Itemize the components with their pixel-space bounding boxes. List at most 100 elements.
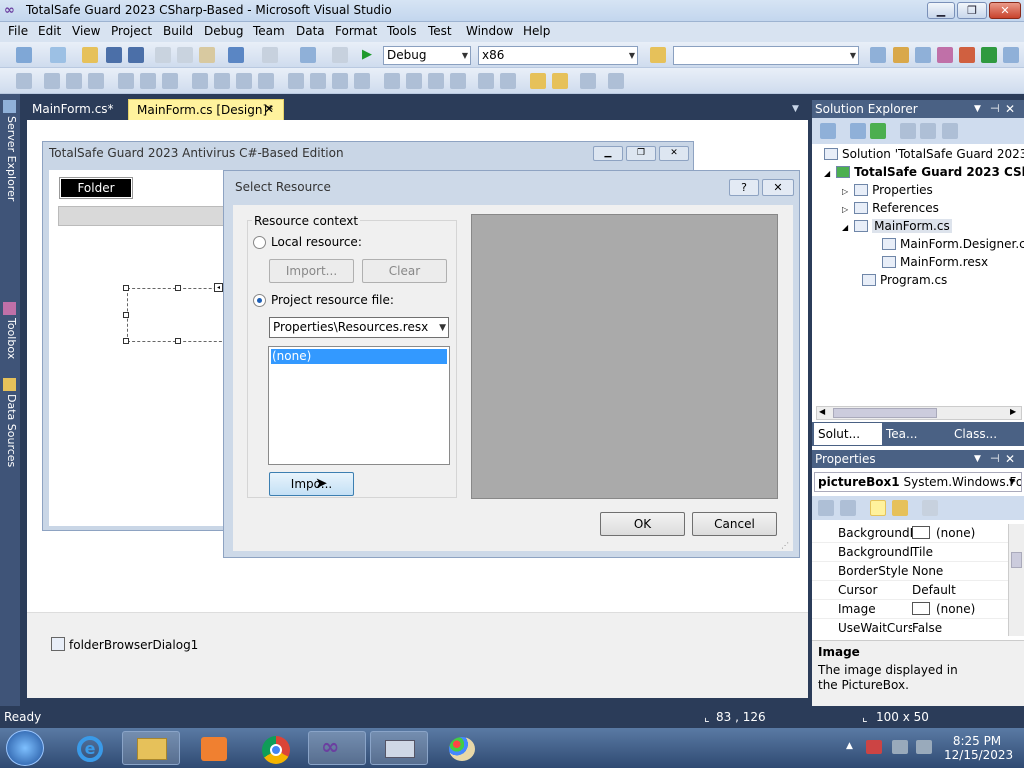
menu-help[interactable]: Help bbox=[523, 24, 550, 38]
dialog-close-button[interactable]: ✕ bbox=[762, 179, 794, 196]
increase-horizontal-spacing-icon[interactable] bbox=[310, 73, 326, 89]
project-resource-radio[interactable] bbox=[253, 294, 266, 307]
tree-references[interactable]: ▷ References bbox=[842, 201, 939, 215]
resize-handle[interactable] bbox=[123, 338, 129, 344]
media-player-icon[interactable] bbox=[184, 731, 242, 765]
resize-handle[interactable] bbox=[175, 338, 181, 344]
tree-solution[interactable]: Solution 'TotalSafe Guard 2023 C bbox=[824, 147, 1024, 161]
tree-mainform-resx[interactable]: MainForm.resx bbox=[882, 255, 988, 269]
solution-configuration-select[interactable]: Debug ▼ bbox=[383, 46, 471, 65]
save-all-icon[interactable] bbox=[128, 47, 144, 63]
menu-view[interactable]: View bbox=[72, 24, 100, 38]
prop-row-use-wait-cursor[interactable]: UseWaitCurscFalse bbox=[812, 619, 1008, 636]
resource-list-item-none[interactable]: (none) bbox=[271, 349, 447, 364]
menu-build[interactable]: Build bbox=[163, 24, 193, 38]
cancel-button[interactable]: Cancel bbox=[692, 512, 777, 536]
paste-icon[interactable] bbox=[199, 47, 215, 63]
properties-window-icon[interactable] bbox=[893, 47, 909, 63]
align-centers-icon[interactable] bbox=[66, 73, 82, 89]
vertical-scrollbar[interactable] bbox=[1008, 524, 1024, 636]
add-item-icon[interactable] bbox=[50, 47, 66, 63]
smart-tag-icon[interactable]: ◂ bbox=[214, 283, 223, 292]
tree-mainform-designer[interactable]: MainForm.Designer.cs bbox=[882, 237, 1024, 251]
prop-row-border-style[interactable]: BorderStyle None bbox=[812, 562, 1008, 581]
solution-explorer-icon[interactable] bbox=[870, 47, 886, 63]
ok-button[interactable]: OK bbox=[600, 512, 685, 536]
menu-debug[interactable]: Debug bbox=[204, 24, 243, 38]
pin-icon[interactable]: ⊣ bbox=[990, 450, 1000, 468]
action-center-icon[interactable] bbox=[866, 740, 882, 754]
close-tab-icon[interactable]: ✕ bbox=[264, 102, 274, 116]
more-toolbar-icon[interactable] bbox=[1003, 47, 1019, 63]
open-folder-icon[interactable] bbox=[82, 47, 98, 63]
start-button[interactable] bbox=[6, 730, 44, 766]
extension-manager-icon[interactable] bbox=[959, 47, 975, 63]
scroll-left-icon[interactable]: ◀ bbox=[819, 407, 825, 416]
system-clock[interactable]: 8:25 PM 12/15/2023 bbox=[944, 734, 1013, 762]
decrease-vertical-spacing-icon[interactable] bbox=[428, 73, 444, 89]
scrollbar-thumb[interactable] bbox=[833, 408, 937, 418]
align-rights-icon[interactable] bbox=[88, 73, 104, 89]
menu-edit[interactable]: Edit bbox=[38, 24, 61, 38]
align-tops-icon[interactable] bbox=[118, 73, 134, 89]
view-designer-icon[interactable] bbox=[920, 123, 936, 139]
remove-horizontal-spacing-icon[interactable] bbox=[354, 73, 370, 89]
navigate-forward-icon[interactable] bbox=[332, 47, 348, 63]
view-code-icon[interactable] bbox=[900, 123, 916, 139]
volume-icon[interactable] bbox=[916, 740, 932, 754]
help-button[interactable]: ? bbox=[729, 179, 759, 196]
start-debugging-icon[interactable]: ▶ bbox=[362, 47, 378, 63]
file-explorer-icon[interactable] bbox=[122, 731, 180, 765]
align-to-grid-icon[interactable] bbox=[16, 73, 32, 89]
tab-order-icon[interactable] bbox=[580, 73, 596, 89]
data-sources-tab[interactable]: Data Sources bbox=[2, 394, 18, 467]
new-project-icon[interactable] bbox=[16, 47, 32, 63]
resource-list[interactable]: (none) bbox=[268, 346, 450, 465]
pane-close-icon[interactable]: ✕ bbox=[1005, 100, 1015, 118]
tab-class-view[interactable]: Class... bbox=[954, 423, 997, 445]
menu-window[interactable]: Window bbox=[466, 24, 513, 38]
close-button[interactable]: ✕ bbox=[989, 2, 1021, 19]
align-middles-icon[interactable] bbox=[140, 73, 156, 89]
make-same-size-icon[interactable] bbox=[258, 73, 274, 89]
view-class-diagram-icon[interactable] bbox=[942, 123, 958, 139]
scrollbar-thumb[interactable] bbox=[1011, 552, 1022, 568]
resize-handle[interactable] bbox=[123, 285, 129, 291]
solution-platform-select[interactable]: x86 ▼ bbox=[478, 46, 638, 65]
align-lefts-icon[interactable] bbox=[44, 73, 60, 89]
redo-icon[interactable] bbox=[262, 47, 278, 63]
bring-to-front-icon[interactable] bbox=[530, 73, 546, 89]
prop-row-background-image[interactable]: BackgroundIr (none) bbox=[812, 524, 1008, 543]
horizontal-spacing-icon[interactable] bbox=[288, 73, 304, 89]
toolbox-tab[interactable]: Toolbox bbox=[2, 318, 18, 359]
make-same-width-icon[interactable] bbox=[192, 73, 208, 89]
tree-mainform[interactable]: ◢ MainForm.cs bbox=[842, 219, 952, 233]
menu-format[interactable]: Format bbox=[335, 24, 377, 38]
properties-view-icon[interactable] bbox=[870, 500, 886, 516]
visual-studio-task-icon[interactable]: ∞ bbox=[308, 731, 366, 765]
picturebox-selected[interactable] bbox=[127, 288, 227, 342]
local-import-button[interactable]: Import... bbox=[269, 259, 354, 283]
window-position-icon[interactable]: ▼ bbox=[974, 450, 981, 468]
collapse-icon[interactable]: ▷ bbox=[842, 205, 848, 214]
tab-team-explorer[interactable]: Tea... bbox=[886, 423, 917, 445]
project-import-button[interactable]: Impo... bbox=[269, 472, 354, 496]
refresh-icon[interactable] bbox=[870, 123, 886, 139]
categorized-icon[interactable] bbox=[818, 500, 834, 516]
local-resource-radio[interactable] bbox=[253, 236, 266, 249]
vertical-spacing-icon[interactable] bbox=[384, 73, 400, 89]
tree-properties[interactable]: ▷ Properties bbox=[842, 183, 933, 197]
prop-row-cursor[interactable]: Cursor Default bbox=[812, 581, 1008, 600]
events-icon[interactable] bbox=[892, 500, 908, 516]
window-position-icon[interactable]: ▼ bbox=[974, 100, 981, 118]
expand-icon[interactable]: ◢ bbox=[824, 169, 830, 178]
server-explorer-tab[interactable]: Server Explorer bbox=[2, 116, 18, 201]
cut-icon[interactable] bbox=[155, 47, 171, 63]
remove-vertical-spacing-icon[interactable] bbox=[450, 73, 466, 89]
resize-handle[interactable] bbox=[175, 285, 181, 291]
menu-project[interactable]: Project bbox=[111, 24, 152, 38]
folder-browser-dialog-component[interactable]: folderBrowserDialog1 bbox=[69, 638, 198, 652]
object-selector[interactable]: pictureBox1 System.Windows.For ▼ bbox=[814, 472, 1022, 492]
chrome-icon[interactable] bbox=[246, 731, 304, 765]
menu-team[interactable]: Team bbox=[253, 24, 285, 38]
